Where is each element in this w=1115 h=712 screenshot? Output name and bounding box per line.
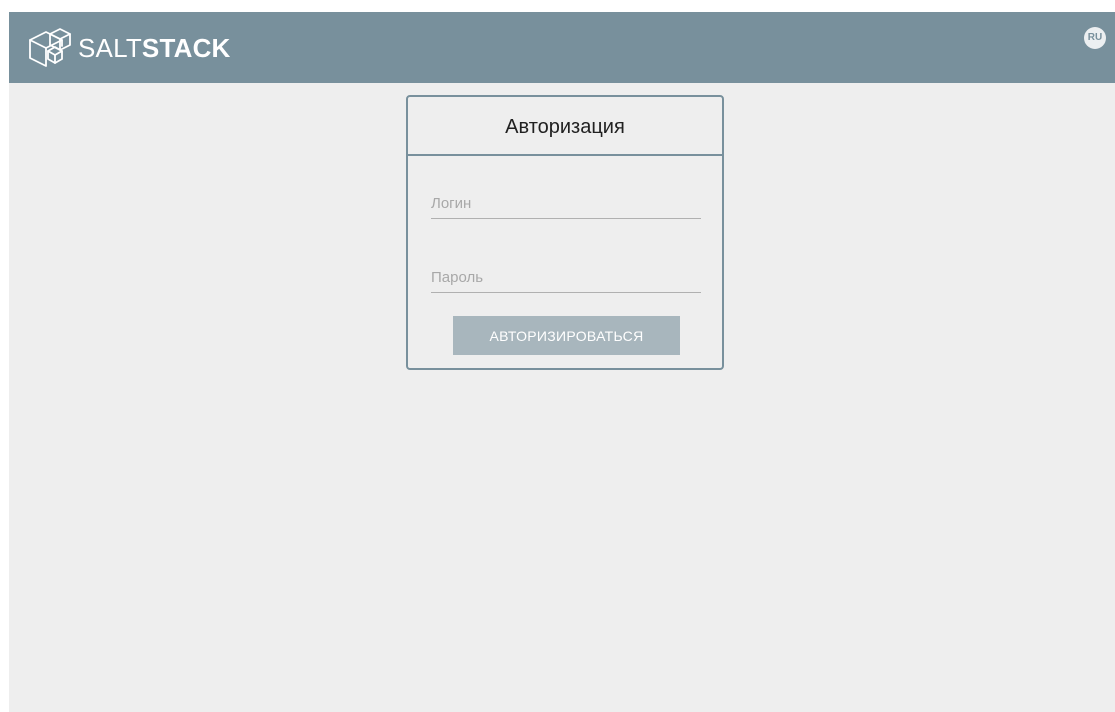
brand-name-bold: STACK <box>141 33 231 63</box>
login-submit-button[interactable]: АВТОРИЗИРОВАТЬСЯ <box>453 316 680 355</box>
login-card-header: Авторизация <box>408 97 722 156</box>
saltstack-cube-icon <box>29 28 71 67</box>
login-card: Авторизация АВТОРИЗИРОВАТЬСЯ <box>406 95 724 370</box>
brand-logo[interactable]: SALTSTACK <box>24 24 231 72</box>
username-field-wrapper <box>431 188 701 219</box>
password-field-wrapper <box>431 262 701 293</box>
username-input[interactable] <box>431 188 701 218</box>
brand-name-light: SALT <box>78 33 142 63</box>
app-window: SALTSTACK RU Авторизация АВТОРИЗИРОВАТЬС… <box>9 12 1115 712</box>
password-input[interactable] <box>431 262 701 292</box>
top-bar: SALTSTACK RU <box>9 12 1115 83</box>
login-title: Авторизация <box>505 116 625 138</box>
brand-name: SALTSTACK <box>78 24 231 72</box>
language-switcher[interactable]: RU <box>1084 27 1106 49</box>
